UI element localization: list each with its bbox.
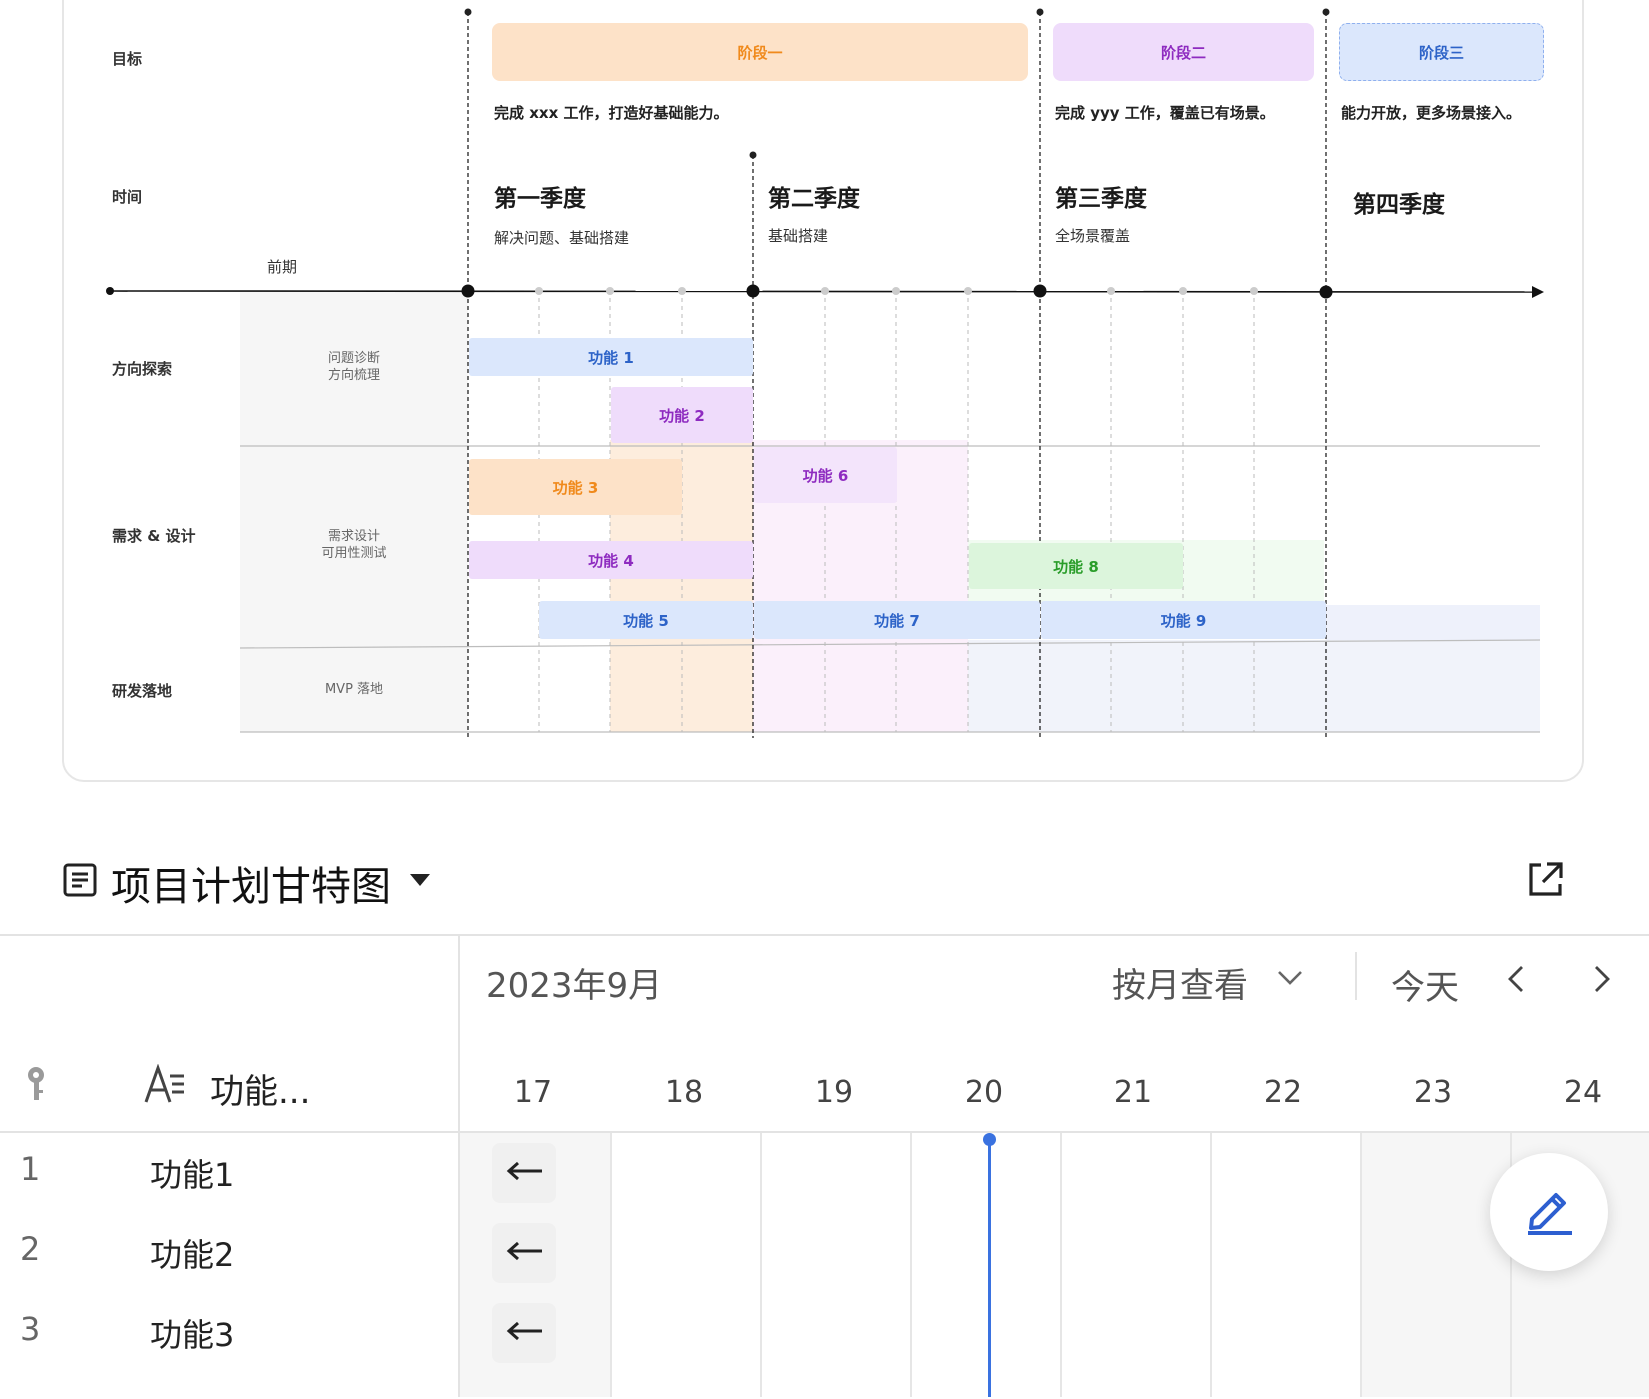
- day-23: 23: [1413, 1075, 1453, 1110]
- day-21: 21: [1113, 1075, 1153, 1110]
- goal-one: 完成 xxx 工作，打造好基础能力。: [494, 104, 729, 122]
- row-index: 1: [20, 1150, 41, 1188]
- today-marker: [983, 1133, 996, 1146]
- view-mode-select[interactable]: 按月查看: [1112, 958, 1248, 1007]
- arrow-left-icon: [504, 1321, 544, 1345]
- key-icon: [24, 1066, 48, 1102]
- feature-bar-1: 功能 1: [469, 338, 753, 376]
- day-divider: [1360, 1133, 1362, 1397]
- list-doc-icon: [62, 862, 98, 898]
- scroll-to-task-button[interactable]: [492, 1223, 556, 1283]
- scroll-to-task-button[interactable]: [492, 1143, 556, 1203]
- phase-one: 阶段一: [492, 23, 1028, 81]
- row-label-time: 时间: [112, 188, 143, 206]
- chevron-left-icon[interactable]: [1504, 962, 1528, 996]
- pre-label: 前期: [267, 258, 298, 276]
- row-label-goal: 目标: [112, 50, 143, 68]
- day-divider: [1060, 1133, 1062, 1397]
- feature-bar-6: 功能 6: [754, 447, 897, 503]
- day-divider: [760, 1133, 762, 1397]
- chevron-right-icon[interactable]: [1590, 962, 1614, 996]
- explore-sublabel: 问题诊断 方向梳理: [294, 350, 414, 384]
- day-24: 24: [1563, 1075, 1603, 1110]
- feature-bar-2: 功能 2: [611, 387, 753, 443]
- quarter-3-title: 第三季度: [1055, 186, 1147, 212]
- day-divider: [610, 1133, 612, 1397]
- today-button[interactable]: 今天: [1391, 960, 1459, 1009]
- row-label-explore: 方向探索: [112, 360, 173, 378]
- day-divider: [910, 1133, 912, 1397]
- arrow-left-icon: [504, 1241, 544, 1265]
- dev-sublabel: MVP 落地: [324, 682, 384, 697]
- day-17: 17: [513, 1075, 553, 1110]
- view-title[interactable]: 项目计划甘特图: [111, 854, 391, 912]
- day-19: 19: [814, 1075, 854, 1110]
- month-label: 2023年9月: [486, 966, 663, 1006]
- row-name[interactable]: 功能1: [150, 1150, 234, 1196]
- day-22: 22: [1263, 1075, 1303, 1110]
- scroll-to-task-button[interactable]: [492, 1303, 556, 1363]
- view-header: 项目计划甘特图: [0, 840, 1649, 930]
- design-sublabel-2: 可用性测试: [321, 546, 387, 561]
- feature-bar-9: 功能 9: [1041, 601, 1326, 639]
- day-divider: [1210, 1133, 1212, 1397]
- goal-three: 能力开放，更多场景接入。: [1341, 104, 1522, 122]
- feature-bar-3: 功能 3: [469, 459, 682, 515]
- phase-two: 阶段二: [1053, 23, 1314, 81]
- quarter-1-title: 第一季度: [494, 186, 586, 212]
- day-18: 18: [664, 1075, 704, 1110]
- day-20: 20: [964, 1075, 1004, 1110]
- row-index: 3: [20, 1310, 41, 1348]
- feature-bar-4: 功能 4: [469, 541, 753, 579]
- quarter-1-sub: 解决问题、基础搭建: [494, 229, 630, 247]
- row-label-dev: 研发落地: [112, 682, 173, 700]
- text-field-icon: [144, 1063, 188, 1104]
- blue-shade-tail: [1326, 605, 1540, 640]
- open-external-icon[interactable]: [1525, 860, 1565, 900]
- feature-bar-5: 功能 5: [539, 601, 753, 639]
- field-header[interactable]: 功能...: [210, 1064, 310, 1113]
- goal-two: 完成 yyy 工作，覆盖已有场景。: [1055, 104, 1275, 122]
- design-sublabel: 需求设计 可用性测试: [294, 528, 414, 562]
- caret-down-icon[interactable]: [408, 870, 432, 890]
- row-label-design: 需求 & 设计: [112, 527, 196, 545]
- row-name[interactable]: 功能2: [150, 1230, 234, 1276]
- phase-three: 阶段三: [1339, 23, 1544, 81]
- row-index: 2: [20, 1230, 41, 1268]
- pencil-icon: [1522, 1183, 1576, 1241]
- quarter-2-title: 第二季度: [768, 186, 860, 212]
- arrow-left-icon: [504, 1161, 544, 1185]
- feature-bar-7: 功能 7: [754, 601, 1040, 639]
- quarter-3-sub: 全场景覆盖: [1055, 227, 1131, 245]
- explore-sublabel-1: 问题诊断: [327, 351, 380, 366]
- toolbar-divider: [1355, 952, 1357, 1000]
- feature-bar-8: 功能 8: [969, 543, 1183, 589]
- today-line: [988, 1142, 991, 1397]
- row-name[interactable]: 功能3: [150, 1310, 234, 1356]
- edit-fab-button[interactable]: [1490, 1153, 1608, 1271]
- quarter-2-sub: 基础搭建: [768, 227, 829, 245]
- quarter-4-title: 第四季度: [1353, 192, 1445, 218]
- design-sublabel-1: 需求设计: [327, 529, 380, 544]
- explore-sublabel-2: 方向梳理: [327, 368, 380, 383]
- chevron-down-icon[interactable]: [1276, 968, 1304, 988]
